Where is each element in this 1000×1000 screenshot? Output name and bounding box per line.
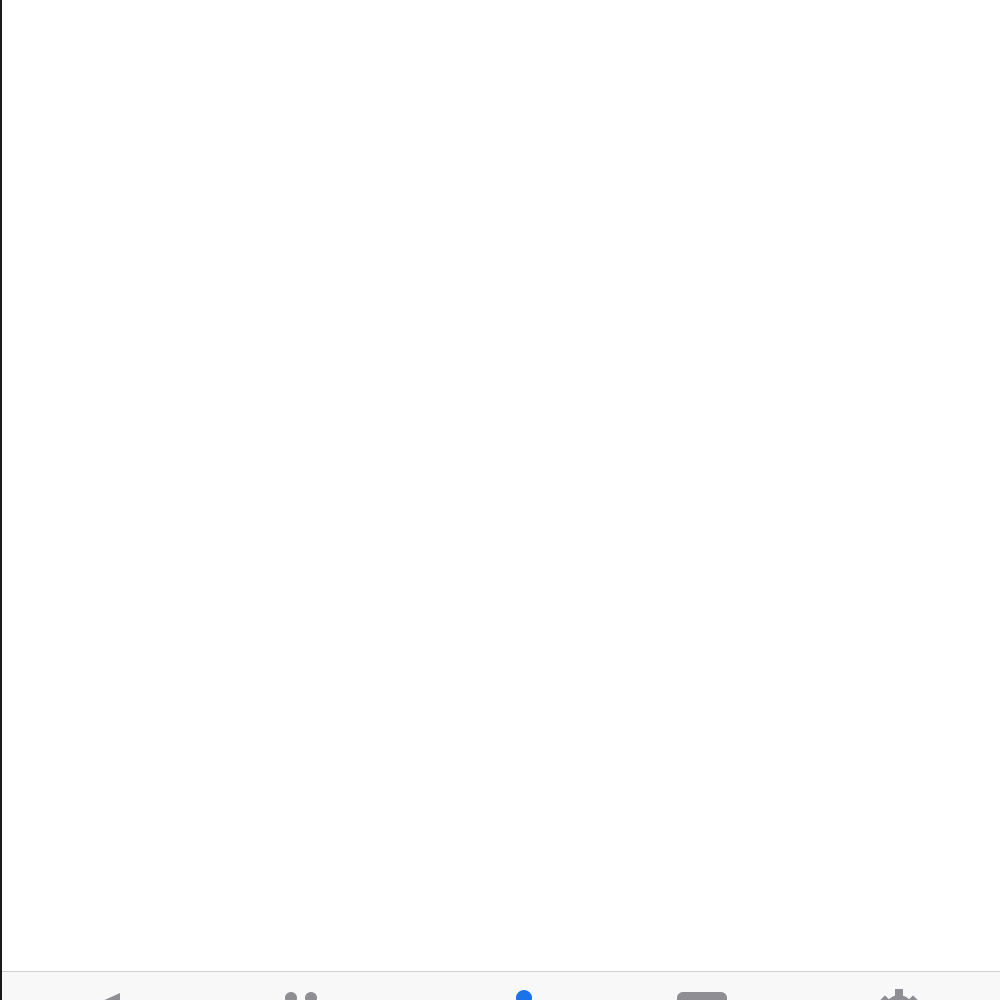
tab-people[interactable]	[240, 972, 360, 1000]
tab-inbox[interactable]	[642, 972, 762, 1000]
tab-announcements[interactable]	[55, 972, 175, 1000]
megaphone-icon	[104, 993, 120, 1000]
tab-settings[interactable]	[842, 972, 962, 1000]
people-icon	[285, 992, 317, 1000]
app-screen	[0, 0, 1000, 1000]
tab-profile[interactable]	[467, 972, 587, 1000]
person-icon	[516, 990, 532, 1000]
main-content-area	[2, 0, 1000, 971]
bottom-tab-bar	[2, 971, 1000, 1000]
inbox-icon	[677, 992, 727, 1000]
settings-gear-icon	[879, 989, 919, 1000]
